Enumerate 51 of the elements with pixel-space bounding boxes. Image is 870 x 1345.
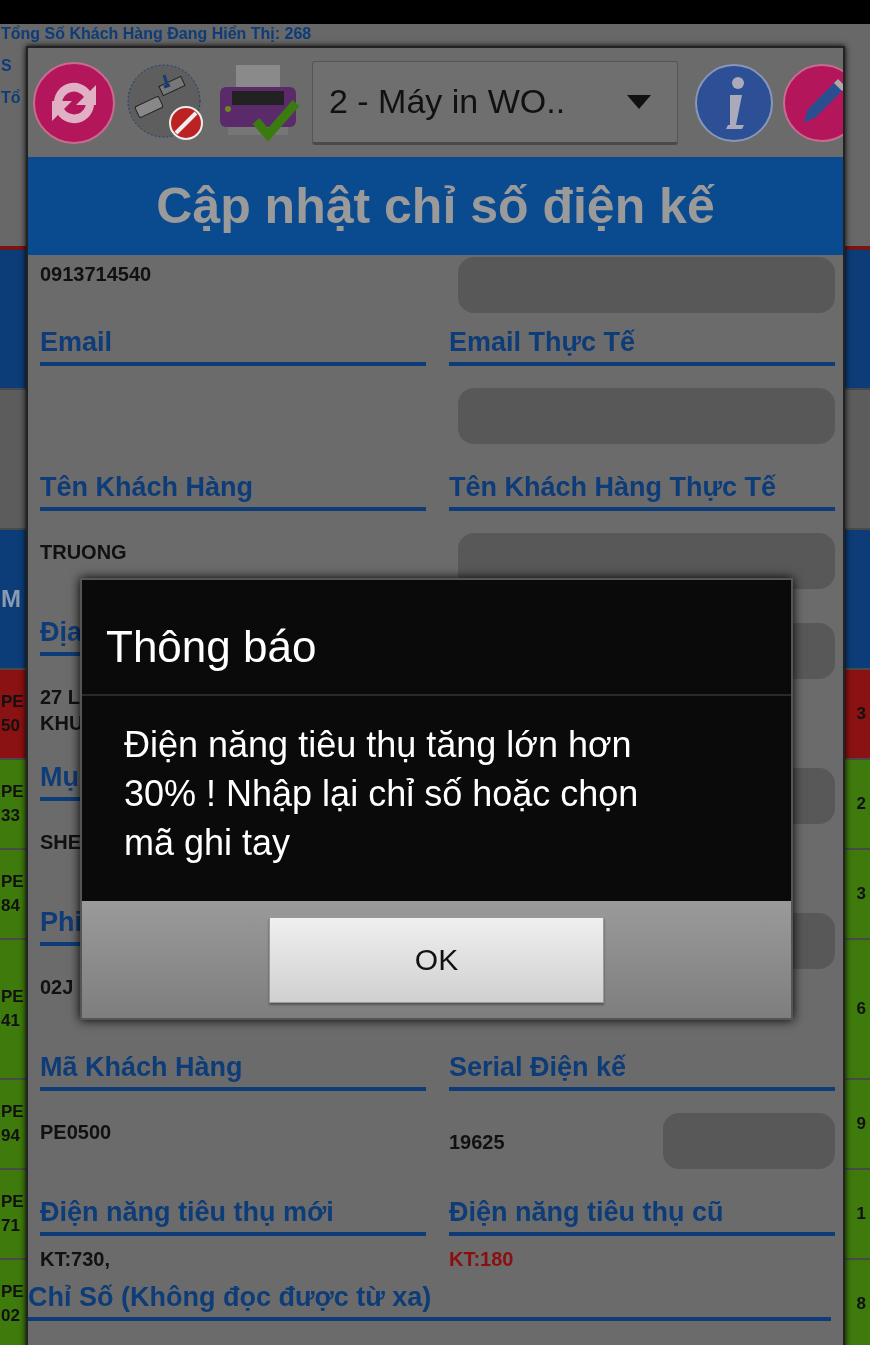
form-title: Cập nhật chỉ số điện kế [156,177,715,235]
field-label: Email Thực Tế [449,319,835,366]
row-text: 84 [1,895,21,917]
row-text: 41 [1,1010,21,1032]
row-text: M [1,585,21,613]
row-text: PE [1,1191,24,1213]
row-text: PE [1,871,24,893]
field-label: Serial Điện kế [449,1044,835,1091]
row-text: 6 [856,998,866,1020]
field-label: Mã Khách Hàng [40,1044,426,1091]
row-text: PE [1,986,24,1008]
field-label: Tên Khách Hàng Thực Tế [449,464,835,511]
info-icon[interactable] [694,62,774,143]
field-value: KT:180 [449,1247,514,1272]
field-label: Tên Khách Hàng [40,464,426,511]
row-text: 71 [1,1215,21,1237]
field-value: 02J [40,975,74,1000]
row-text: 3 [856,883,866,905]
row-text: 94 [1,1125,21,1147]
ok-button[interactable]: OK [269,916,604,1003]
header-text: Tổ [0,89,21,107]
refresh-icon[interactable] [32,60,116,145]
field-value: 0913714540 [40,262,152,287]
printer-dropdown[interactable]: 2 - Máy in WO.. [312,60,678,145]
row-text: 50 [1,715,21,737]
row-text: PE [1,1281,24,1303]
row-text: 8 [856,1293,866,1315]
header-text: S [0,57,12,75]
field-value: 19625 [449,1130,505,1155]
row-text: 33 [1,805,21,827]
row-text: 3 [856,703,866,725]
row-text: PE [1,781,24,803]
row-text: 2 [856,793,866,815]
field-label: Điện năng tiêu thụ mới [40,1189,426,1236]
field-label: Điện năng tiêu thụ cũ [449,1189,835,1236]
pencil-icon[interactable] [782,62,843,143]
row-text: PE [1,691,24,713]
row-text: 02 [1,1305,21,1327]
header-text: Tổng Số Khách Hàng Đang Hiển Thị: 268 [0,25,312,43]
field-value: PE0500 [40,1120,112,1145]
field-label: Email [40,319,426,366]
row-text: 1 [856,1203,866,1225]
field-value: TRUONG [40,540,127,565]
field-value: SHE [40,830,82,855]
field-label: Chỉ Số (Không đọc được từ xa) [28,1274,831,1321]
dialog-message: Điện năng tiêu thụ tăng lớn hơn 30% ! Nhập lại chỉ số hoặc chọn mã ghi tay [82,696,791,901]
row-text: PE [1,1101,24,1123]
row-text: 9 [856,1113,866,1135]
field-value: KT:730, [40,1247,111,1272]
field-value: 27 L [40,685,82,710]
caret-icon [627,94,651,109]
